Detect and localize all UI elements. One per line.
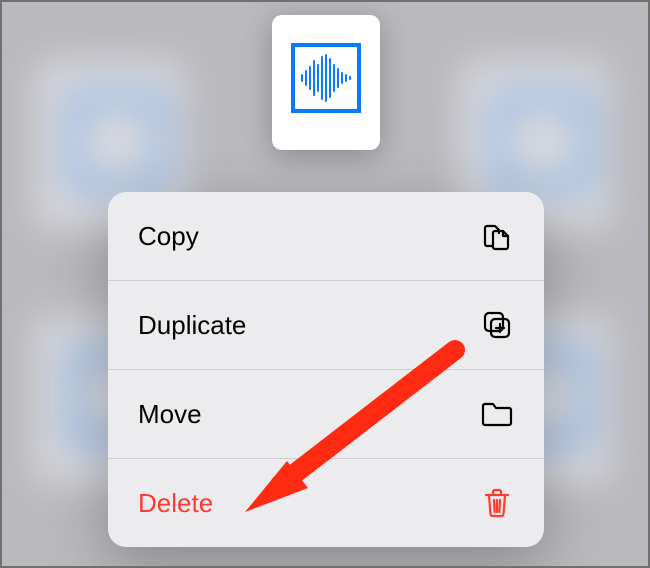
file-preview[interactable] [272, 15, 380, 150]
context-menu: Copy Duplicate Move [108, 192, 544, 547]
menu-item-copy[interactable]: Copy [108, 192, 544, 280]
menu-item-label: Copy [138, 221, 199, 252]
duplicate-icon [480, 308, 514, 342]
menu-item-label: Move [138, 399, 202, 430]
menu-item-label: Duplicate [138, 310, 246, 341]
screenshot-stage: Copy Duplicate Move [0, 0, 650, 568]
menu-item-move[interactable]: Move [108, 369, 544, 458]
menu-item-label: Delete [138, 488, 213, 519]
menu-item-delete[interactable]: Delete [108, 458, 544, 547]
waveform-icon [298, 53, 354, 103]
folder-icon [480, 397, 514, 431]
copy-icon [480, 219, 514, 253]
menu-item-duplicate[interactable]: Duplicate [108, 280, 544, 369]
trash-icon [480, 486, 514, 520]
